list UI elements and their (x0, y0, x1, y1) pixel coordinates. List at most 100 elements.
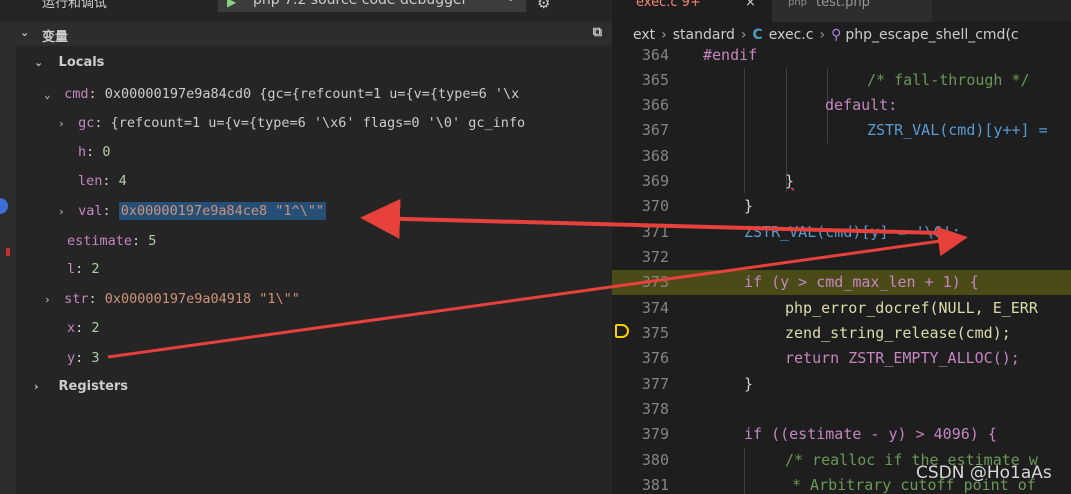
line-number: 378 (641, 400, 669, 418)
chevron-down-icon[interactable]: ⌄ (507, 0, 515, 4)
variable-value: 0x00000197e9a04918 "1\"" (104, 291, 300, 307)
collapse-all-icon[interactable]: ⧉ (593, 25, 602, 40)
error-marker (6, 248, 10, 256)
variable-value: 0 (102, 144, 111, 160)
variable-row-h[interactable]: h: 0 (78, 140, 111, 164)
code-line[interactable]: 376 return ZSTR_EMPTY_ALLOC(); (612, 346, 1071, 371)
line-number: 368 (641, 147, 669, 165)
current-line-arrow-icon[interactable] (615, 324, 629, 338)
code-text: ZSTR_VAL(cmd)[y++] = (867, 121, 1048, 139)
code-text: php_error_docref(NULL, E_ERR (785, 299, 1038, 317)
variable-value: 4 (118, 173, 127, 189)
variable-name: gc (78, 115, 95, 131)
code-line[interactable]: 370} (612, 194, 1071, 219)
code-line[interactable]: 366 default: (612, 93, 1071, 118)
scope-label: Registers (58, 379, 129, 394)
variable-row-l[interactable]: l: 2 (67, 257, 100, 281)
code-line[interactable]: 375 zend_string_release(cmd); (612, 321, 1071, 346)
variable-row-val[interactable]: › val: 0x00000197e9a84ce8 "1^\"" (58, 199, 326, 223)
tab-test-php[interactable]: php test.php (772, 0, 932, 22)
code-line[interactable]: 379 if ((estimate - y) > 4096) { (612, 422, 1071, 447)
line-number: 377 (641, 375, 669, 393)
line-number: 376 (641, 349, 669, 367)
code-line[interactable]: 377} (612, 372, 1071, 397)
chevron-down-icon: ⌄ (20, 26, 30, 39)
variable-row-y[interactable]: y: 3 (67, 346, 100, 370)
function-symbol-icon: ⚲ (831, 27, 842, 43)
scope-label: Locals (58, 55, 105, 70)
code-line[interactable]: 365 /* fall-through */ (612, 68, 1071, 93)
breadcrumb-folder[interactable]: standard (673, 27, 735, 43)
code-line[interactable]: 364 #endif (612, 43, 1071, 68)
line-number: 364 (641, 46, 669, 64)
code-view[interactable]: 364 #endif 365 /* fall-through */ 366 defau… (612, 46, 1071, 494)
variable-name: len (78, 173, 103, 189)
section-title: 变量 (42, 30, 69, 45)
variable-row-cmd[interactable]: ⌄ cmd: 0x00000197e9a84cd0 {gc={refcount=… (44, 82, 519, 106)
code-line[interactable]: 378 (612, 397, 1071, 422)
editor-tabs: exec.c 9+ × php test.php (612, 0, 1071, 22)
chevron-right-icon: › (819, 27, 826, 43)
variable-name: cmd (64, 86, 89, 102)
variable-value: 3 (91, 350, 100, 366)
line-number: 373 (641, 273, 669, 291)
chevron-down-icon: ⌄ (34, 56, 44, 69)
variable-name: x (67, 320, 76, 336)
code-line[interactable]: 371 ZSTR_VAL(cmd)[y] = '\0'; (612, 220, 1071, 245)
variable-name: y (67, 350, 76, 366)
variable-row-str[interactable]: › str: 0x00000197e9a04918 "1\"" (44, 287, 300, 311)
code-line[interactable]: 368 (612, 144, 1071, 169)
debug-config-select[interactable]: ▶ php 7.2 source code debugger ⌄ (218, 0, 526, 12)
close-icon[interactable]: × (745, 0, 756, 9)
breadcrumb-symbol[interactable]: php_escape_shell_cmd(c (845, 27, 1018, 43)
line-number: 369 (641, 172, 669, 190)
variable-name: val (78, 203, 103, 219)
line-number: 374 (641, 299, 669, 317)
variables-section-header[interactable]: ⌄ 变量 ⧉ (16, 22, 612, 46)
chevron-down-icon: ⌄ (44, 88, 51, 101)
editor-area: exec.c 9+ × php test.php ext › standard › Ce… (612, 0, 1071, 494)
line-number: 380 (641, 451, 669, 469)
tab-label: exec.c 9+ (636, 0, 701, 10)
code-text: ZSTR_VAL(cmd)[y] = '\0'; (744, 223, 961, 241)
line-number: 379 (641, 425, 669, 443)
code-text: return ZSTR_EMPTY_ALLOC(); (785, 349, 1020, 367)
chevron-right-icon: › (740, 27, 747, 43)
tab-exec-c[interactable]: exec.c 9+ × (612, 0, 772, 22)
watermark: CSDN @Ho1aAs (916, 463, 1052, 483)
line-number: 367 (641, 121, 669, 139)
start-debugging-icon[interactable]: ▶ (227, 0, 236, 9)
variable-value: 2 (91, 320, 100, 336)
line-number: 366 (641, 96, 669, 114)
variables-panel: 运行和调试 ▶ php 7.2 source code debugger ⌄ ⚙… (0, 0, 612, 494)
chevron-right-icon: › (58, 205, 65, 218)
chevron-right-icon: › (58, 117, 65, 130)
code-text: /* fall-through */ (867, 71, 1030, 89)
variable-row-estimate[interactable]: estimate: 5 (67, 229, 156, 253)
breadcrumb-folder[interactable]: ext (633, 27, 655, 43)
c-file-icon: C (752, 27, 763, 43)
activity-bar (0, 22, 16, 494)
code-text: default: (825, 96, 898, 114)
breadcrumb-file[interactable]: exec.c (769, 27, 814, 43)
code-line[interactable]: 367 ZSTR_VAL(cmd)[y++] = (612, 118, 1071, 143)
variable-name: str (64, 291, 89, 307)
code-line[interactable]: 369} (612, 169, 1071, 194)
gear-icon[interactable]: ⚙ (537, 0, 550, 12)
selected-variable-value[interactable]: 0x00000197e9a84ce8 "1^\"" (118, 202, 326, 220)
variable-row-x[interactable]: x: 2 (67, 316, 100, 340)
variable-row-gc[interactable]: › gc: {refcount=1 u={v={type=6 '\x6' fla… (58, 111, 525, 135)
run-debug-title: 运行和调试 (42, 0, 108, 11)
line-number: 370 (641, 197, 669, 215)
line-number: 365 (641, 71, 669, 89)
code-line[interactable]: 372 (612, 245, 1071, 270)
variable-value: 5 (148, 233, 157, 249)
variable-row-len[interactable]: len: 4 (78, 169, 127, 193)
tab-label: test.php (816, 0, 870, 10)
line-number: 371 (641, 223, 669, 241)
scope-registers[interactable]: › Registers (34, 375, 128, 399)
code-line[interactable]: 374 php_error_docref(NULL, E_ERR (612, 296, 1071, 321)
scope-locals[interactable]: ⌄ Locals (34, 51, 104, 75)
variable-value: 2 (91, 261, 100, 277)
current-line-highlight[interactable]: 373 if (y > cmd_max_len + 1) { (612, 270, 1071, 295)
